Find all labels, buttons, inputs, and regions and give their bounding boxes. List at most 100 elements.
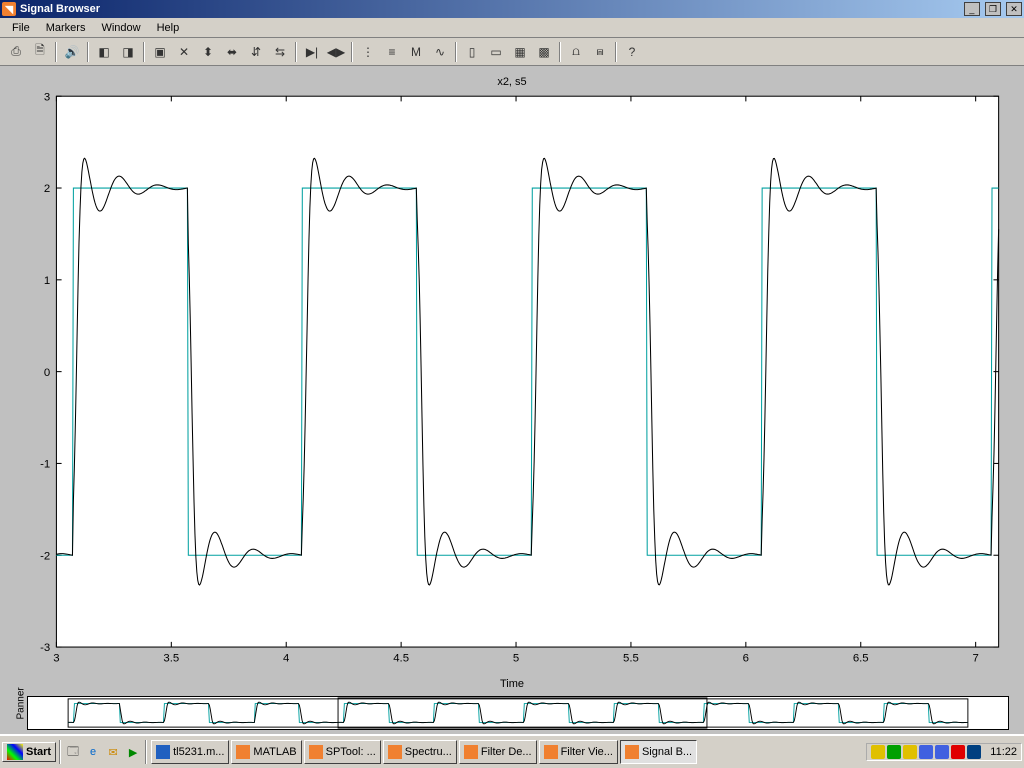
task-signalb[interactable]: Signal B... [620, 740, 697, 764]
vert-marker-icon[interactable]: ⋮ [357, 41, 379, 63]
matlab-icon [464, 745, 478, 759]
fft1-icon[interactable]: ⩍ [565, 41, 587, 63]
help-icon[interactable]: ? [621, 41, 643, 63]
svg-text:-2: -2 [40, 550, 50, 562]
windows-icon [7, 744, 23, 760]
outlook-icon[interactable]: ✉ [104, 743, 122, 761]
start-label: Start [26, 746, 51, 758]
panner-row: Panner [15, 696, 1009, 730]
task-label: Signal B... [642, 746, 692, 758]
svg-text:4: 4 [283, 653, 289, 665]
toolbar: ⎙🗎 🔊 ◧◨ ▣✕⬍⬌⇵⇆ ▶|◀▶ ⋮≡M∿ ▯▭▦▩ ⩍⩎? [0, 38, 1024, 66]
fft2-icon[interactable]: ⩎ [589, 41, 611, 63]
svg-text:5: 5 [513, 653, 519, 665]
task-buttons: tl5231.m... MATLAB SPTool: ... Spectru... Fi… [150, 740, 866, 764]
arrow-icon[interactable] [967, 745, 981, 759]
task-spectru[interactable]: Spectru... [383, 740, 457, 764]
task-label: Filter Vie... [561, 746, 613, 758]
slope-icon[interactable]: ∿ [429, 41, 451, 63]
task-sptool[interactable]: SPTool: ... [304, 740, 381, 764]
svg-text:0: 0 [44, 367, 50, 379]
zoomoutx-icon[interactable]: ⇆ [269, 41, 291, 63]
svg-text:3: 3 [44, 91, 50, 103]
menu-help[interactable]: Help [149, 20, 188, 36]
close-button[interactable]: ✕ [1006, 2, 1022, 16]
matlab-icon [544, 745, 558, 759]
task-filtervie[interactable]: Filter Vie... [539, 740, 618, 764]
task-filterde[interactable]: Filter De... [459, 740, 537, 764]
taskbar: Start 🗔e✉▶ tl5231.m... MATLAB SPTool: ... S… [0, 734, 1024, 768]
align-center-icon[interactable]: ▭ [485, 41, 507, 63]
svg-text:4.5: 4.5 [393, 653, 409, 665]
chart-area[interactable]: 3 3.5 4 4.5 5 5.5 6 6.5 7 -3 -2 -1 0 1 2 3 [15, 90, 1009, 676]
matlab-icon [625, 745, 639, 759]
panner-label: Panner [16, 707, 27, 719]
marker-left-icon[interactable]: ▶| [301, 41, 323, 63]
box-icon[interactable]: ▣ [149, 41, 171, 63]
preview-icon[interactable]: 🗎 [29, 41, 51, 63]
batt-icon[interactable] [903, 745, 917, 759]
matlab-icon [309, 745, 323, 759]
svg-text:5.5: 5.5 [623, 653, 639, 665]
svg-text:2: 2 [44, 183, 50, 195]
tray-icons [871, 745, 981, 759]
align-num-icon[interactable]: ▦ [509, 41, 531, 63]
print-icon[interactable]: ⎙ [5, 41, 27, 63]
fullzoom-icon[interactable]: ✕ [173, 41, 195, 63]
menu-markers[interactable]: Markers [38, 20, 94, 36]
task-label: SPTool: ... [326, 746, 376, 758]
panner[interactable] [27, 696, 1009, 730]
task-tl5231m[interactable]: tl5231.m... [151, 740, 229, 764]
menu-file[interactable]: File [4, 20, 38, 36]
marker-right-icon[interactable]: ◀▶ [325, 41, 347, 63]
clock: 11:22 [990, 746, 1017, 758]
svg-text:-3: -3 [40, 642, 50, 654]
minimize-button[interactable]: _ [964, 2, 980, 16]
svg-text:6: 6 [743, 653, 749, 665]
media-icon[interactable]: ▶ [124, 743, 142, 761]
task-label: MATLAB [253, 746, 296, 758]
svg-text:-1: -1 [40, 459, 50, 471]
app-icon: ◥ [2, 2, 16, 16]
window-controls: _ ❐ ✕ [962, 2, 1022, 16]
disp-icon[interactable] [919, 745, 933, 759]
x-axis-label: Time [15, 678, 1009, 690]
track-icon[interactable]: M [405, 41, 427, 63]
quick-launch: 🗔e✉▶ [64, 743, 142, 761]
zoomin-y-icon[interactable]: ⬍ [197, 41, 219, 63]
zoominx-icon[interactable]: ⇵ [245, 41, 267, 63]
workspace: x2, s5 33.544.555.566.57-3-2-10123 Time … [0, 66, 1024, 734]
task-label: Filter De... [481, 746, 532, 758]
sound-icon[interactable]: 🔊 [61, 41, 83, 63]
chart-title: x2, s5 [15, 76, 1009, 88]
svg-text:6.5: 6.5 [853, 653, 869, 665]
word-icon [156, 745, 170, 759]
title-bar: ◥ Signal Browser _ ❐ ✕ [0, 0, 1024, 18]
vol-icon[interactable] [871, 745, 885, 759]
start-button[interactable]: Start [2, 742, 56, 762]
menu-bar: FileMarkersWindowHelp [0, 18, 1024, 38]
menu-window[interactable]: Window [93, 20, 148, 36]
align-left-icon[interactable]: ▯ [461, 41, 483, 63]
horz-marker-icon[interactable]: ≡ [381, 41, 403, 63]
desktop-icon[interactable]: 🗔 [64, 743, 82, 761]
svg-text:3: 3 [53, 653, 59, 665]
matlab-icon [388, 745, 402, 759]
svg-text:3.5: 3.5 [163, 653, 179, 665]
ie-icon[interactable]: e [84, 743, 102, 761]
svg-text:1: 1 [44, 275, 50, 287]
net2-icon[interactable] [935, 745, 949, 759]
window-title: Signal Browser [20, 3, 962, 15]
svg-text:7: 7 [972, 653, 978, 665]
task-label: Spectru... [405, 746, 452, 758]
zoomout-y-icon[interactable]: ⬌ [221, 41, 243, 63]
task-label: tl5231.m... [173, 746, 224, 758]
av-icon[interactable] [951, 745, 965, 759]
matlab-icon [236, 745, 250, 759]
align-grid-icon[interactable]: ▩ [533, 41, 555, 63]
select-right-icon[interactable]: ◨ [117, 41, 139, 63]
select-left-icon[interactable]: ◧ [93, 41, 115, 63]
maximize-button[interactable]: ❐ [985, 2, 1001, 16]
task-matlab[interactable]: MATLAB [231, 740, 301, 764]
net1-icon[interactable] [887, 745, 901, 759]
